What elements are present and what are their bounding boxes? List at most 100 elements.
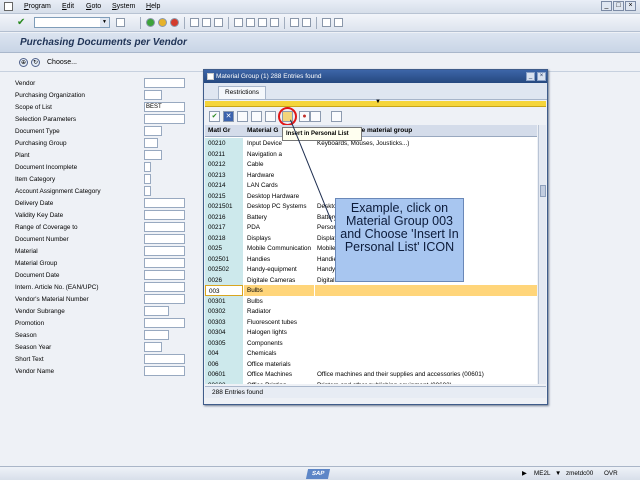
maximize-icon[interactable]: □: [613, 1, 624, 11]
menu-help[interactable]: Help: [146, 3, 160, 10]
choose-button[interactable]: Choose...: [47, 59, 77, 66]
material-group-name[interactable]: Office Printing: [244, 379, 314, 384]
find-icon[interactable]: [251, 111, 262, 122]
material-group-code[interactable]: 00215: [205, 190, 243, 202]
material-group-name[interactable]: Hardware: [244, 169, 314, 181]
find-next-icon[interactable]: [265, 111, 276, 122]
material-group-code[interactable]: 00301: [205, 295, 243, 307]
material-group-description[interactable]: [315, 359, 537, 370]
material-group-code[interactable]: 0026: [205, 274, 243, 286]
minimize-icon[interactable]: _: [601, 1, 612, 11]
material-group-code[interactable]: 00304: [205, 327, 243, 338]
material-group-description[interactable]: [315, 296, 537, 307]
table-row[interactable]: 00213 Hardware: [205, 169, 537, 181]
vendor-subrange-input[interactable]: [144, 306, 169, 316]
material-group-name[interactable]: Desktop Hardware: [244, 190, 314, 202]
material-group-code[interactable]: 00212: [205, 159, 243, 170]
material-group-description[interactable]: Office machines and their supplies and a…: [315, 369, 537, 380]
print-icon[interactable]: [331, 111, 342, 122]
material-group-name[interactable]: Cable: [244, 159, 314, 170]
chevron-down-icon[interactable]: ▼: [100, 18, 109, 27]
restrictions-toggle-bar[interactable]: ▼: [205, 99, 546, 107]
account-assignment-input[interactable]: [144, 186, 151, 196]
material-group-description[interactable]: [315, 170, 537, 181]
material-group-name[interactable]: Battery: [244, 211, 314, 223]
menu-system[interactable]: System: [112, 3, 135, 10]
material-group-description[interactable]: [315, 338, 537, 349]
table-row[interactable]: 00211 Navigation a: [205, 148, 537, 160]
last-page-icon[interactable]: [270, 18, 279, 27]
material-group-description[interactable]: [315, 159, 537, 170]
material-group-code[interactable]: 00214: [205, 180, 243, 191]
material-input[interactable]: [144, 246, 185, 256]
table-row[interactable]: 004 Chemicals: [205, 348, 537, 359]
menu-goto[interactable]: Goto: [86, 3, 101, 10]
sort-icon[interactable]: [310, 111, 321, 122]
material-group-description[interactable]: Printers and other publishing equipment …: [315, 380, 537, 385]
validity-key-date-input[interactable]: [144, 210, 185, 220]
material-group-code[interactable]: 00602: [205, 379, 243, 384]
material-group-code[interactable]: 00601: [205, 369, 243, 380]
minimize-icon[interactable]: _: [526, 72, 535, 81]
material-group-name[interactable]: PDA: [244, 222, 314, 233]
material-group-code[interactable]: 00211: [205, 148, 243, 160]
material-group-description[interactable]: [315, 149, 537, 160]
vendor-input[interactable]: [144, 78, 185, 88]
material-group-description[interactable]: [315, 327, 537, 338]
material-group-description[interactable]: [315, 180, 537, 191]
purchasing-group-input[interactable]: [144, 138, 158, 148]
material-group-code[interactable]: 0021501: [205, 201, 243, 212]
help-icon[interactable]: [322, 18, 331, 27]
table-row[interactable]: 00301 Bulbs: [205, 295, 537, 307]
command-field[interactable]: ▼: [34, 17, 110, 28]
material-group-name[interactable]: Bulbs: [244, 285, 314, 296]
scroll-thumb[interactable]: [540, 185, 546, 197]
material-group-code[interactable]: 00216: [205, 211, 243, 223]
variant-icon[interactable]: ↻: [31, 58, 40, 67]
document-number-input[interactable]: [144, 234, 185, 244]
scope-of-list-input[interactable]: BEST: [144, 102, 185, 112]
back-icon[interactable]: [146, 18, 155, 27]
vertical-scrollbar[interactable]: [538, 125, 546, 384]
table-row[interactable]: 00302 Radiator: [205, 306, 537, 317]
first-page-icon[interactable]: [234, 18, 243, 27]
material-group-name[interactable]: LAN Cards: [244, 180, 314, 191]
print-icon[interactable]: [190, 18, 199, 27]
next-page-icon[interactable]: [258, 18, 267, 27]
save-icon[interactable]: [116, 18, 125, 27]
material-group-code[interactable]: 00302: [205, 306, 243, 317]
confirm-check-icon[interactable]: ✔: [209, 111, 220, 122]
close-icon[interactable]: ×: [537, 72, 546, 81]
shortcut-icon[interactable]: [302, 18, 311, 27]
tab-restrictions[interactable]: Restrictions: [218, 86, 266, 99]
material-group-name[interactable]: Bulbs: [244, 295, 314, 307]
table-row[interactable]: 00210 Input Device Keyboards, Mouses, Jous…: [205, 138, 537, 149]
status-arrow-icon[interactable]: ▼: [555, 470, 561, 477]
column-header[interactable]: Material G: [247, 127, 278, 134]
table-row[interactable]: 00602Office PrintingPrinters and other p…: [205, 379, 537, 385]
status-arrow-icon[interactable]: ▶: [522, 470, 527, 477]
vendor-material-number-input[interactable]: [144, 294, 185, 304]
material-group-code[interactable]: 003: [205, 285, 243, 296]
material-group-name[interactable]: Displays: [244, 232, 314, 244]
cancel-x-icon[interactable]: ✕: [223, 111, 234, 122]
delete-icon[interactable]: ●: [299, 111, 310, 122]
material-group-input[interactable]: [144, 258, 185, 268]
plant-input[interactable]: [144, 150, 162, 160]
document-type-input[interactable]: [144, 126, 162, 136]
vendor-name-input[interactable]: [144, 366, 185, 376]
material-group-name[interactable]: Handy-equipment: [244, 264, 314, 275]
material-group-code[interactable]: 006: [205, 358, 243, 370]
table-row[interactable]: 00305 Components: [205, 337, 537, 349]
material-group-code[interactable]: 00210: [205, 138, 243, 149]
material-group-name[interactable]: Halogen lights: [244, 327, 314, 338]
execute-icon[interactable]: ⊕: [19, 58, 28, 67]
item-category-input[interactable]: [144, 174, 151, 184]
material-group-description[interactable]: [315, 317, 537, 328]
menu-edit[interactable]: Edit: [62, 3, 74, 10]
season-input[interactable]: [144, 330, 169, 340]
delivery-date-input[interactable]: [144, 198, 185, 208]
document-icon[interactable]: [237, 111, 248, 122]
material-group-code[interactable]: 002501: [205, 253, 243, 265]
material-group-code[interactable]: 002502: [205, 264, 243, 275]
